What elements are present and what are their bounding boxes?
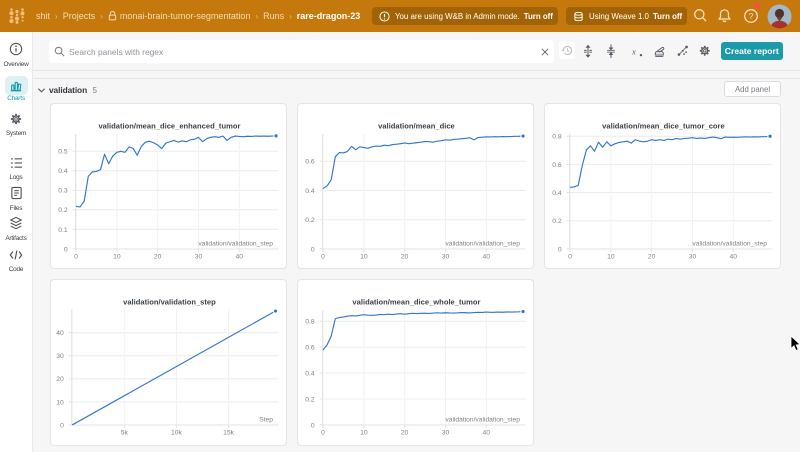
svg-text:40: 40 [482, 254, 490, 261]
svg-text:20: 20 [56, 377, 64, 384]
svg-text:0: 0 [321, 254, 325, 261]
svg-text:10: 10 [113, 254, 121, 261]
svg-text:0.6: 0.6 [552, 162, 562, 169]
svg-text:0.2: 0.2 [58, 207, 68, 214]
svg-text:0: 0 [60, 423, 64, 430]
svg-text:validation/mean_dice_enhanced_: validation/mean_dice_enhanced_tumor [98, 122, 240, 131]
svg-text:0.3: 0.3 [58, 188, 68, 195]
svg-text:10: 10 [360, 254, 368, 261]
svg-text:10: 10 [56, 400, 64, 407]
svg-text:30: 30 [194, 254, 202, 261]
svg-text:validation/validation_step: validation/validation_step [445, 417, 520, 424]
svg-text:10: 10 [360, 430, 368, 437]
svg-text:20: 20 [154, 254, 162, 261]
svg-text:0: 0 [310, 423, 314, 430]
svg-text:0: 0 [568, 254, 572, 261]
svg-text:20: 20 [400, 254, 408, 261]
svg-text:validation/mean_dice_whole_tum: validation/mean_dice_whole_tumor [352, 298, 480, 307]
svg-text:validation/mean_dice_tumor_cor: validation/mean_dice_tumor_core [602, 122, 725, 131]
svg-text:validation/validation_step: validation/validation_step [692, 241, 767, 248]
svg-text:0: 0 [557, 246, 561, 253]
svg-text:0.2: 0.2 [305, 397, 315, 404]
svg-text:validation/validation_step: validation/validation_step [123, 298, 216, 307]
svg-text:0.8: 0.8 [305, 319, 315, 326]
svg-text:0.5: 0.5 [58, 149, 68, 156]
svg-text:0.4: 0.4 [58, 168, 68, 175]
svg-text:10: 10 [607, 254, 615, 261]
svg-text:0.1: 0.1 [58, 227, 68, 234]
svg-text:5k: 5k [120, 430, 128, 437]
svg-text:30: 30 [688, 254, 696, 261]
svg-text:0.6: 0.6 [305, 159, 315, 166]
svg-text:30: 30 [441, 254, 449, 261]
svg-text:0: 0 [74, 254, 78, 261]
svg-text:0: 0 [64, 246, 68, 253]
svg-text:30: 30 [441, 430, 449, 437]
svg-text:0.6: 0.6 [305, 345, 315, 352]
svg-text:0.4: 0.4 [552, 190, 562, 197]
svg-text:0: 0 [321, 430, 325, 437]
svg-text:15k: 15k [223, 430, 235, 437]
svg-text:40: 40 [482, 430, 490, 437]
svg-text:Step: Step [259, 417, 273, 424]
svg-text:40: 40 [729, 254, 737, 261]
svg-text:20: 20 [400, 430, 408, 437]
svg-text:0.4: 0.4 [305, 371, 315, 378]
svg-text:x: x [632, 46, 636, 56]
svg-text:0.8: 0.8 [552, 134, 562, 141]
svg-text:0: 0 [310, 246, 314, 253]
svg-text:40: 40 [235, 254, 243, 261]
svg-text:?: ? [749, 11, 754, 21]
svg-text:10k: 10k [171, 430, 183, 437]
svg-text:0.2: 0.2 [305, 217, 315, 224]
svg-text:30: 30 [56, 354, 64, 361]
svg-text:20: 20 [647, 254, 655, 261]
svg-text:0.2: 0.2 [552, 218, 562, 225]
svg-text:0.4: 0.4 [305, 188, 315, 195]
svg-text:validation/validation_step: validation/validation_step [198, 241, 273, 248]
svg-text:validation/mean_dice: validation/mean_dice [378, 122, 455, 131]
svg-text:validation/validation_step: validation/validation_step [445, 241, 520, 248]
svg-text:40: 40 [56, 330, 64, 337]
